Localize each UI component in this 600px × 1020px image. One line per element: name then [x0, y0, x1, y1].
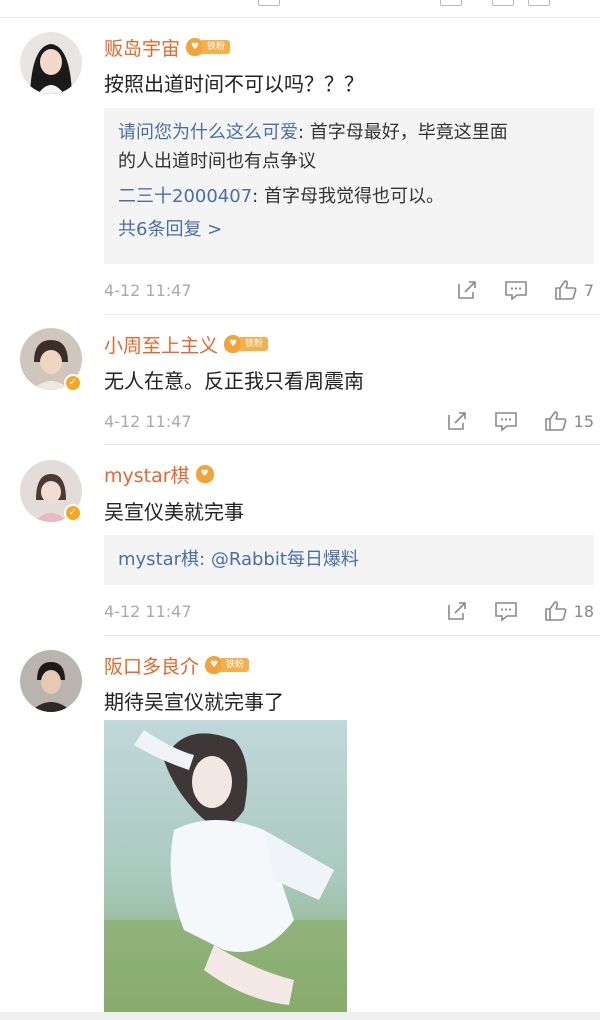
comment-icon[interactable]: [492, 0, 514, 6]
action-bar: 18: [420, 598, 594, 624]
reply-separator: :: [199, 549, 211, 570]
fan-badge-label: 铁粉: [202, 40, 231, 54]
fan-badge-icon: ♥ 铁粉: [224, 335, 269, 353]
reply-text: 首字母最好，毕竟这里面: [309, 122, 508, 143]
like-count: 7: [583, 280, 594, 300]
divider: [104, 635, 600, 636]
share-button[interactable]: [446, 600, 468, 622]
share-button[interactable]: [456, 279, 478, 301]
like-icon: [544, 411, 567, 431]
reply-separator: :: [252, 186, 264, 207]
comment-button[interactable]: [494, 600, 518, 622]
share-icon: [447, 412, 466, 430]
like-count: 18: [573, 601, 594, 621]
comment-meta: 4-12 11:47 18: [104, 598, 594, 624]
comment-meta: 4-12 11:47 7: [104, 277, 594, 303]
share-icon: [447, 602, 466, 620]
reply-separator: :: [298, 122, 310, 143]
comment-text: 无人在意。反正我只看周震南: [104, 369, 364, 393]
username[interactable]: 小周至上主义: [104, 331, 218, 358]
reply-username[interactable]: mystar棋: [118, 549, 199, 570]
fan-badge-label: 铁粉: [221, 658, 250, 672]
comment-meta: 4-12 11:47 15: [104, 408, 594, 434]
like-button[interactable]: 7: [554, 279, 594, 301]
reply-item[interactable]: 请问您为什么这么可爱: 首字母最好，毕竟这里面 的人出道时间也有点争议: [118, 118, 580, 176]
verified-badge-icon: ✓: [64, 374, 82, 392]
comment-header: mystar棋 ♥: [104, 461, 214, 488]
username[interactable]: mystar棋: [104, 461, 190, 488]
comment-header: 小周至上主义 ♥ 铁粉: [104, 331, 269, 358]
timestamp: 4-12 11:47: [104, 280, 192, 300]
like-button[interactable]: 15: [544, 410, 594, 432]
reply-username[interactable]: 二三十2000407: [118, 186, 252, 207]
share-button[interactable]: [446, 410, 468, 432]
action-bar: 7: [430, 277, 594, 303]
bottom-edge: [0, 1012, 600, 1020]
avatar[interactable]: [20, 650, 82, 712]
comment-icon: [494, 412, 517, 432]
comment-button[interactable]: [504, 279, 528, 301]
timestamp: 4-12 11:47: [104, 411, 192, 431]
fan-badge-icon: ♥: [195, 465, 214, 483]
like-icon: [544, 601, 567, 621]
comment-text: 吴宣仪美就完事: [104, 500, 244, 524]
avatar[interactable]: [20, 32, 82, 94]
comment-text: 按照出道时间不可以吗？？？: [104, 72, 364, 96]
like-icon[interactable]: [528, 0, 550, 6]
share-icon[interactable]: [440, 0, 462, 6]
reply-text: 首字母我觉得也可以。: [263, 186, 444, 207]
like-icon: [555, 280, 577, 300]
like-button[interactable]: 18: [544, 600, 594, 622]
fan-badge-icon: ♥ 铁粉: [186, 38, 231, 56]
comment-header: 阪口多良介 ♥ 铁粉: [104, 652, 250, 679]
username[interactable]: 阪口多良介: [104, 652, 199, 679]
action-bar: 15: [420, 408, 594, 434]
comment-header: 贩岛宇宙 ♥ 铁粉: [104, 34, 231, 61]
comment-text: 期待吴宣仪就完事了: [104, 690, 284, 714]
divider: [104, 444, 600, 445]
divider: [104, 314, 600, 315]
like-count: 15: [573, 411, 594, 431]
username[interactable]: 贩岛宇宙: [104, 34, 180, 61]
comment-button[interactable]: [494, 410, 518, 432]
fan-badge-label: 铁粉: [240, 337, 269, 351]
previous-comment-actions-fragment: [0, 0, 600, 18]
comment-icon: [494, 602, 517, 622]
reply-item[interactable]: 二三十2000407: 首字母我觉得也可以。: [118, 182, 580, 211]
timestamp: 4-12 11:47: [104, 601, 192, 621]
reply-box[interactable]: 请问您为什么这么可爱: 首字母最好，毕竟这里面 的人出道时间也有点争议 二三十2…: [104, 108, 594, 264]
attached-photo[interactable]: [104, 720, 347, 1012]
share-icon: [458, 281, 476, 299]
more-replies-link[interactable]: 共6条回复 >: [118, 215, 580, 245]
reply-text-continued: 的人出道时间也有点争议: [118, 151, 316, 172]
comment-icon: [505, 281, 527, 301]
reply-username[interactable]: 请问您为什么这么可爱: [118, 122, 298, 143]
reply-box[interactable]: mystar棋: @Rabbit每日爆料: [104, 535, 594, 585]
fan-badge-icon: ♥ 铁粉: [205, 656, 250, 674]
share-icon[interactable]: [258, 0, 280, 6]
reply-mention[interactable]: @Rabbit每日爆料: [211, 549, 359, 570]
reply-item[interactable]: mystar棋: @Rabbit每日爆料: [118, 545, 580, 574]
verified-badge-icon: ✓: [64, 504, 82, 522]
